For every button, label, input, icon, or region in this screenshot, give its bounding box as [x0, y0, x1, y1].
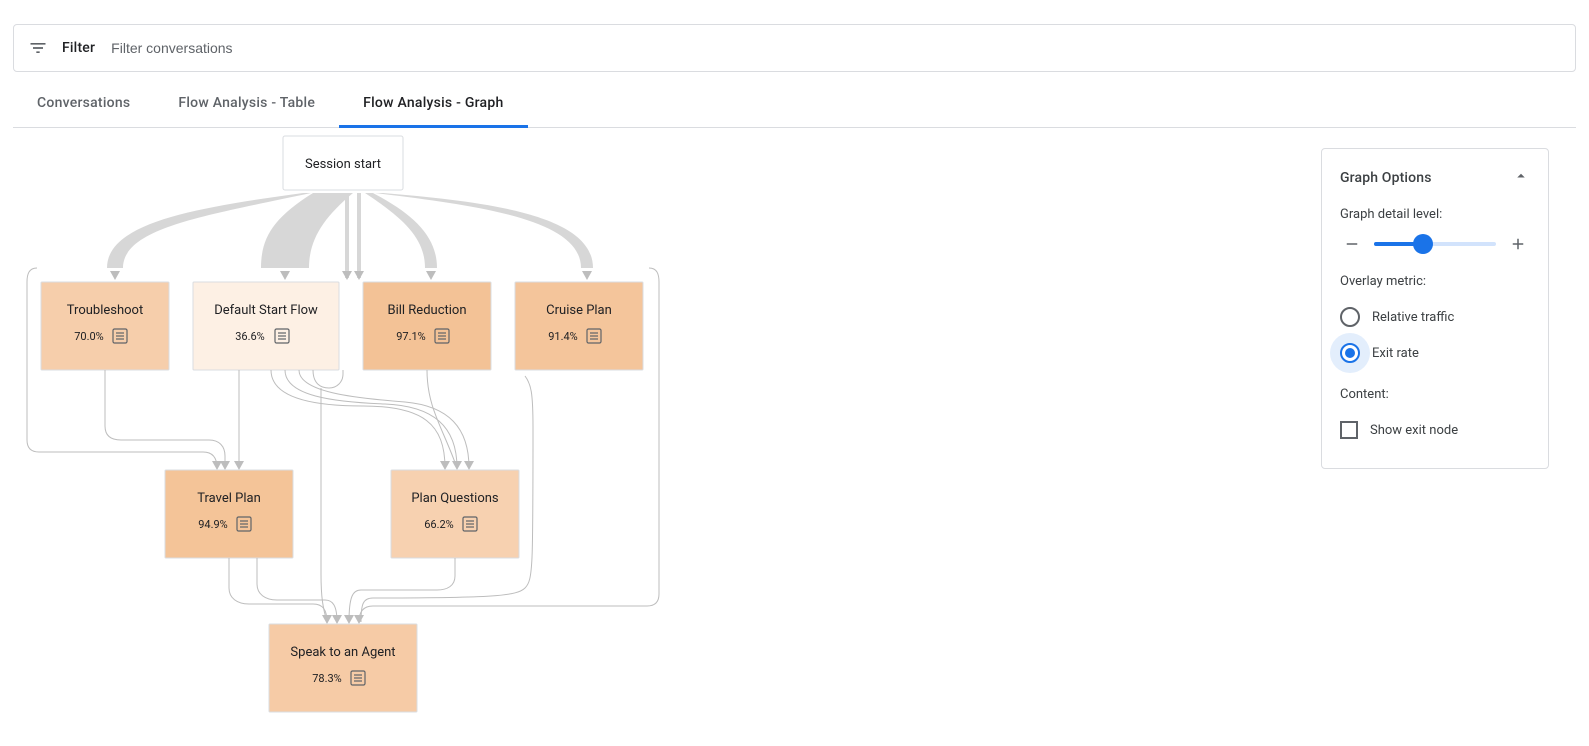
- flow-node-metric: 66.2%: [424, 518, 454, 531]
- flow-node-session-start[interactable]: Session start: [283, 136, 403, 190]
- flow-node-troubleshoot[interactable]: Troubleshoot 70.0%: [41, 282, 169, 370]
- svg-text:Plan Questions: Plan Questions: [411, 491, 499, 506]
- flow-node-metric: 78.3%: [312, 672, 342, 685]
- collapse-icon[interactable]: [1512, 167, 1530, 189]
- graph-options-panel: Graph Options Graph detail level: Overla…: [1321, 148, 1549, 469]
- detail-level-slider[interactable]: [1374, 242, 1496, 246]
- svg-text:Default Start Flow: Default Start Flow: [214, 303, 318, 318]
- radio-label: Relative traffic: [1372, 310, 1454, 325]
- flow-node-metric: 91.4%: [548, 330, 578, 343]
- tab-flow-analysis-table[interactable]: Flow Analysis - Table: [154, 81, 339, 128]
- svg-text:Bill Reduction: Bill Reduction: [387, 303, 466, 318]
- zoom-in-icon[interactable]: [1506, 232, 1530, 256]
- flow-node-cruise-plan[interactable]: Cruise Plan 91.4%: [515, 282, 643, 370]
- flow-node-metric: 97.1%: [396, 330, 426, 343]
- flow-node-metric: 36.6%: [235, 330, 265, 343]
- filter-icon: [28, 38, 48, 58]
- flow-node-speak-to-agent[interactable]: Speak to an Agent 78.3%: [269, 624, 417, 712]
- filter-input[interactable]: [109, 39, 1561, 57]
- svg-text:Cruise Plan: Cruise Plan: [546, 303, 612, 318]
- graph-options-title: Graph Options: [1340, 170, 1432, 186]
- svg-text:Speak to an Agent: Speak to an Agent: [290, 645, 395, 660]
- flow-node-default-start-flow[interactable]: Default Start Flow 36.6%: [193, 282, 339, 370]
- overlay-metric-label: Overlay metric:: [1340, 274, 1530, 289]
- svg-text:Troubleshoot: Troubleshoot: [67, 303, 143, 318]
- content-label: Content:: [1340, 387, 1530, 402]
- flow-node-bill-reduction[interactable]: Bill Reduction 97.1%: [363, 282, 491, 370]
- flow-node-metric: 70.0%: [74, 330, 104, 343]
- detail-level-label: Graph detail level:: [1340, 207, 1530, 222]
- svg-text:Travel Plan: Travel Plan: [197, 491, 261, 506]
- tab-flow-analysis-graph[interactable]: Flow Analysis - Graph: [339, 81, 527, 128]
- radio-exit-rate[interactable]: Exit rate: [1340, 335, 1530, 371]
- tabs: Conversations Flow Analysis - Table Flow…: [13, 72, 1576, 128]
- flow-node-metric: 94.9%: [198, 518, 228, 531]
- flow-node-plan-questions[interactable]: Plan Questions 66.2%: [391, 470, 519, 558]
- filter-label: Filter: [62, 40, 95, 56]
- checkbox-label: Show exit node: [1370, 423, 1458, 438]
- filter-bar: Filter: [13, 24, 1576, 72]
- zoom-out-icon[interactable]: [1340, 232, 1364, 256]
- radio-label: Exit rate: [1372, 346, 1419, 361]
- flow-node-travel-plan[interactable]: Travel Plan 94.9%: [165, 470, 293, 558]
- tab-conversations[interactable]: Conversations: [13, 81, 154, 128]
- checkbox-show-exit-node[interactable]: Show exit node: [1340, 412, 1530, 448]
- svg-text:Session start: Session start: [305, 157, 381, 172]
- radio-relative-traffic[interactable]: Relative traffic: [1340, 299, 1530, 335]
